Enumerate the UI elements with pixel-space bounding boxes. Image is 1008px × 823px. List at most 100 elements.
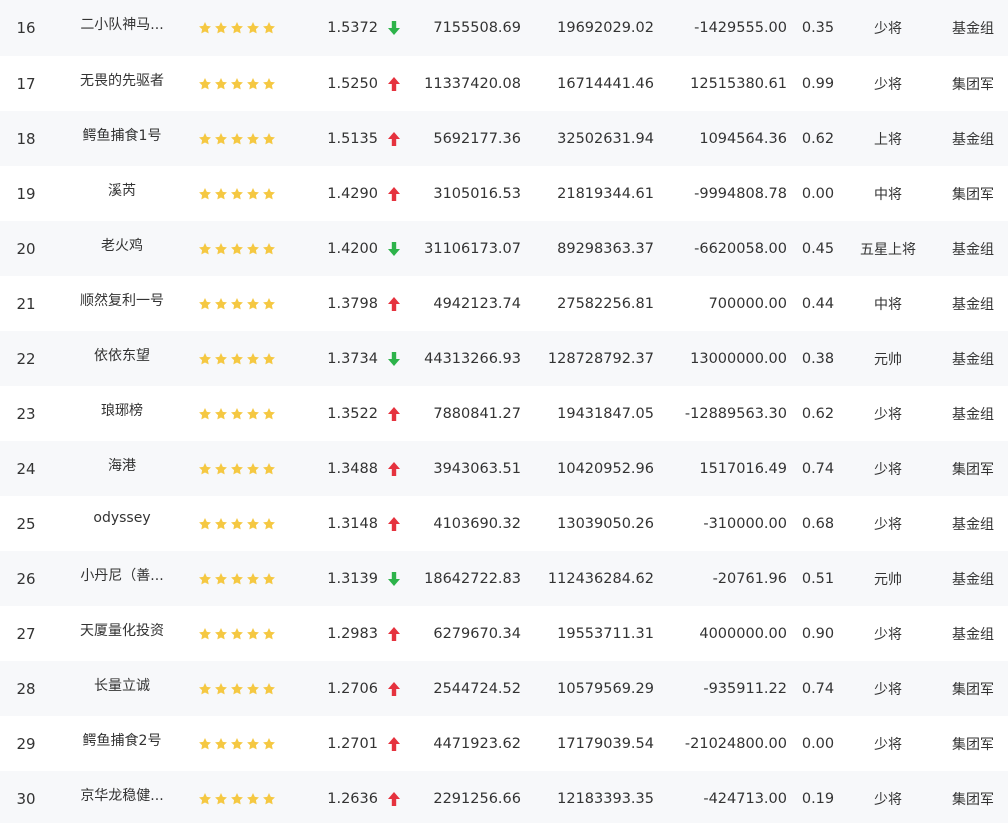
value-col-1: 11337420.08 bbox=[424, 75, 521, 92]
table-row[interactable]: 30 京华龙稳健... 1.2636 2291256.66 12183393.35 -42… bbox=[0, 771, 1008, 823]
account-name-link[interactable]: 二小队神马... bbox=[64, 0, 180, 56]
table-row[interactable]: 29 鳄鱼捕食2号 1.2701 4471923.62 17179039.54 -2102… bbox=[0, 716, 1008, 771]
ranking-table: 16 二小队神马... 1.5372 7155508.69 19692029.02 -14… bbox=[0, 0, 1008, 823]
account-name-link[interactable]: 天厦量化投资 bbox=[64, 606, 180, 661]
star-icon bbox=[214, 517, 228, 531]
star-icon bbox=[262, 792, 276, 806]
table-row[interactable]: 22 依依东望 1.3734 44313266.93 128728792.37 13000… bbox=[0, 331, 1008, 386]
star-icon bbox=[230, 462, 244, 476]
nav-value: 1.3522 bbox=[327, 405, 378, 422]
rank-cell: 23 bbox=[16, 404, 36, 423]
table-row[interactable]: 19 溪芮 1.4290 3105016.53 21819344.61 -9994808.… bbox=[0, 166, 1008, 221]
table-row[interactable]: 24 海港 1.3488 3943063.51 10420952.96 1517016.4… bbox=[0, 441, 1008, 496]
star-icon bbox=[262, 627, 276, 641]
account-name-link[interactable]: 小丹尼（善... bbox=[64, 551, 180, 606]
group-label: 基金组 bbox=[952, 626, 994, 643]
nav-value: 1.4200 bbox=[327, 240, 378, 257]
star-icon bbox=[230, 682, 244, 696]
value-col-1: 5692177.36 bbox=[433, 130, 521, 147]
account-name-link[interactable]: 长量立诚 bbox=[64, 661, 180, 716]
star-icon bbox=[230, 737, 244, 751]
account-name-link[interactable]: 鳄鱼捕食1号 bbox=[64, 111, 180, 166]
table-row[interactable]: 26 小丹尼（善... 1.3139 18642722.83 112436284.62 -… bbox=[0, 551, 1008, 606]
ratio-value: 0.99 bbox=[801, 75, 835, 92]
account-name-link[interactable]: 顺然复利一号 bbox=[64, 276, 180, 331]
military-rank: 少将 bbox=[874, 626, 902, 643]
table-row[interactable]: 16 二小队神马... 1.5372 7155508.69 19692029.02 -14… bbox=[0, 0, 1008, 56]
rank-cell: 28 bbox=[16, 679, 36, 698]
table-row[interactable]: 18 鳄鱼捕食1号 1.5135 5692177.36 32502631.94 10945… bbox=[0, 111, 1008, 166]
star-rating bbox=[198, 771, 278, 823]
star-icon bbox=[230, 77, 244, 91]
table-row[interactable]: 27 天厦量化投资 1.2983 6279670.34 19553711.31 40000… bbox=[0, 606, 1008, 661]
star-icon bbox=[198, 242, 212, 256]
account-name-link[interactable]: 海港 bbox=[64, 441, 180, 496]
value-col-3: 13000000.00 bbox=[690, 350, 787, 367]
table-row[interactable]: 23 琅琊榜 1.3522 7880841.27 19431847.05 -1288956… bbox=[0, 386, 1008, 441]
star-icon bbox=[262, 132, 276, 146]
star-icon bbox=[246, 627, 260, 641]
star-rating bbox=[198, 441, 278, 496]
value-col-2: 19553711.31 bbox=[557, 625, 654, 642]
star-icon bbox=[246, 352, 260, 366]
rank-cell: 26 bbox=[16, 569, 36, 588]
star-icon bbox=[198, 627, 212, 641]
ratio-value: 0.44 bbox=[801, 295, 835, 312]
group-label: 集团军 bbox=[952, 736, 994, 753]
group-label: 集团军 bbox=[952, 791, 994, 808]
account-name-link[interactable]: 依依东望 bbox=[64, 331, 180, 386]
star-icon bbox=[230, 517, 244, 531]
star-rating bbox=[198, 496, 278, 551]
star-icon bbox=[214, 407, 228, 421]
star-icon bbox=[230, 187, 244, 201]
account-name-link[interactable]: 溪芮 bbox=[64, 166, 180, 221]
account-name-link[interactable]: odyssey bbox=[64, 496, 180, 551]
ratio-value: 0.00 bbox=[801, 735, 835, 752]
star-icon bbox=[214, 242, 228, 256]
account-name-link[interactable]: 琅琊榜 bbox=[64, 386, 180, 441]
value-col-3: -21024800.00 bbox=[684, 735, 787, 752]
account-name-link[interactable]: 京华龙稳健... bbox=[64, 771, 180, 823]
star-icon bbox=[246, 297, 260, 311]
star-rating bbox=[198, 386, 278, 441]
group-label: 基金组 bbox=[952, 296, 994, 313]
account-name-link[interactable]: 无畏的先驱者 bbox=[64, 56, 180, 111]
star-icon bbox=[214, 462, 228, 476]
group-label: 基金组 bbox=[952, 571, 994, 588]
military-rank: 少将 bbox=[874, 681, 902, 698]
value-col-2: 128728792.37 bbox=[547, 350, 654, 367]
account-name-link[interactable]: 老火鸡 bbox=[64, 221, 180, 276]
value-col-2: 10420952.96 bbox=[557, 460, 654, 477]
table-row[interactable]: 21 顺然复利一号 1.3798 4942123.74 27582256.81 70000… bbox=[0, 276, 1008, 331]
ratio-value: 0.74 bbox=[801, 460, 835, 477]
account-name-link[interactable]: 鳄鱼捕食2号 bbox=[64, 716, 180, 771]
nav-value: 1.3148 bbox=[327, 515, 378, 532]
table-row[interactable]: 20 老火鸡 1.4200 31106173.07 89298363.37 -662005… bbox=[0, 221, 1008, 276]
military-rank: 少将 bbox=[874, 791, 902, 808]
star-icon bbox=[230, 627, 244, 641]
star-rating bbox=[198, 661, 278, 716]
star-icon bbox=[246, 462, 260, 476]
rank-cell: 30 bbox=[16, 789, 36, 808]
value-col-1: 7155508.69 bbox=[433, 20, 521, 36]
star-icon bbox=[246, 792, 260, 806]
star-rating bbox=[198, 716, 278, 771]
star-icon bbox=[246, 132, 260, 146]
military-rank: 中将 bbox=[874, 186, 902, 203]
rank-cell: 16 bbox=[16, 19, 36, 37]
star-rating bbox=[198, 276, 278, 331]
value-col-1: 44313266.93 bbox=[424, 350, 521, 367]
star-icon bbox=[246, 737, 260, 751]
group-label: 集团军 bbox=[952, 186, 994, 203]
table-row[interactable]: 25 odyssey 1.3148 4103690.32 13039050.26 -310… bbox=[0, 496, 1008, 551]
table-row[interactable]: 17 无畏的先驱者 1.5250 11337420.08 16714441.46 1251… bbox=[0, 56, 1008, 111]
military-rank: 少将 bbox=[874, 736, 902, 753]
value-col-3: 1517016.49 bbox=[699, 460, 787, 477]
table-row[interactable]: 28 长量立诚 1.2706 2544724.52 10579569.29 -935911… bbox=[0, 661, 1008, 716]
rank-cell: 21 bbox=[16, 294, 36, 313]
star-icon bbox=[246, 242, 260, 256]
star-icon bbox=[262, 187, 276, 201]
military-rank: 少将 bbox=[874, 516, 902, 533]
value-col-2: 32502631.94 bbox=[557, 130, 654, 147]
military-rank: 少将 bbox=[874, 461, 902, 478]
